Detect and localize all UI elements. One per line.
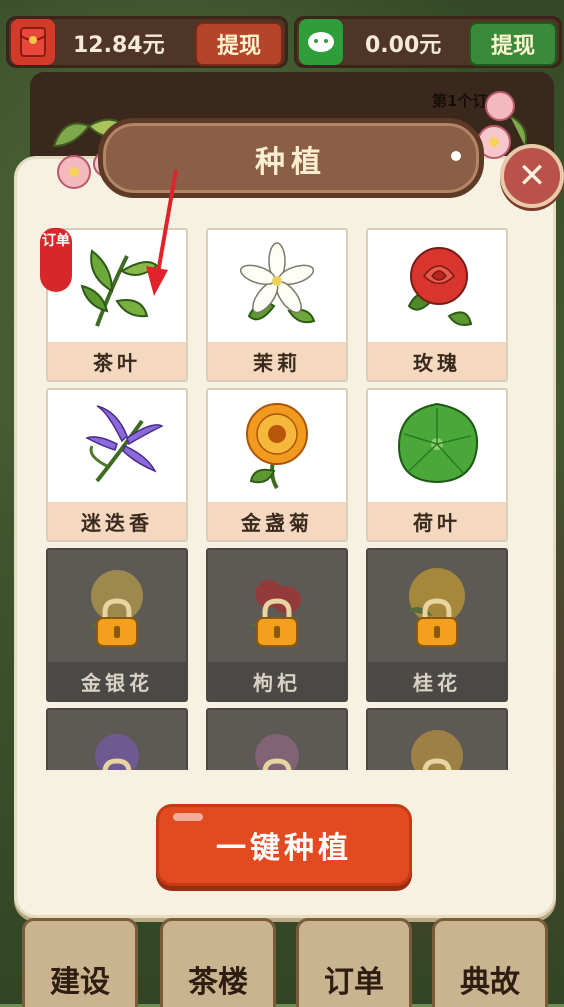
plant-card-jasmine[interactable]: 茉莉 bbox=[206, 228, 348, 382]
plant-grid: 茶叶 茉莉 玫瑰 迷迭香 金盏菊 荷叶 金银花 枸杞 桂花 bbox=[46, 228, 508, 770]
close-icon: ✕ bbox=[517, 156, 547, 196]
rose-flower-icon bbox=[368, 230, 506, 338]
nav-item-orders[interactable]: 订单 bbox=[296, 918, 412, 1007]
top-bar: 12.84元 提现 0.00元 提现 bbox=[0, 12, 564, 68]
plant-card-rose[interactable]: 玫瑰 bbox=[366, 228, 508, 382]
nav-label: 茶楼 bbox=[188, 965, 248, 1000]
nav-item-stories[interactable]: 典故 bbox=[432, 918, 548, 1007]
plant-name: 迷迭香 bbox=[48, 502, 186, 540]
cash-balance-value: 12.84元 bbox=[73, 33, 165, 58]
padlock-icon bbox=[416, 598, 458, 647]
close-button[interactable]: ✕ bbox=[500, 144, 564, 208]
plant-name: 桂花 bbox=[368, 662, 506, 700]
plant-name: 金银花 bbox=[48, 662, 186, 700]
plant-name: 玫瑰 bbox=[368, 342, 506, 380]
wechat-balance-box: 0.00元 提现 bbox=[294, 16, 562, 68]
padlock-icon bbox=[96, 598, 138, 647]
plant-card-locked[interactable] bbox=[206, 708, 348, 770]
nav-item-teahouse[interactable]: 茶楼 bbox=[160, 918, 276, 1007]
padlock-icon bbox=[256, 598, 298, 647]
plant-card-locked[interactable] bbox=[366, 708, 508, 770]
plant-name: 枸杞 bbox=[208, 662, 346, 700]
cash-balance-box: 12.84元 提现 bbox=[6, 16, 288, 68]
plant-name: 茶叶 bbox=[48, 342, 186, 380]
title-dot-icon bbox=[451, 151, 461, 161]
plant-name: 茉莉 bbox=[208, 342, 346, 380]
wechat-icon bbox=[299, 19, 343, 65]
wechat-withdraw-button[interactable]: 提现 bbox=[469, 22, 557, 66]
guide-arrow-icon bbox=[146, 169, 178, 296]
plant-name: 荷叶 bbox=[368, 502, 506, 540]
plant-card-honeysuckle-locked[interactable]: 金银花 bbox=[46, 548, 188, 702]
plant-card-locked[interactable] bbox=[46, 708, 188, 770]
padlock-icon bbox=[262, 758, 292, 770]
calendula-flower-icon bbox=[208, 390, 346, 498]
plant-card-osmanthus-locked[interactable]: 桂花 bbox=[366, 548, 508, 702]
nav-label: 典故 bbox=[460, 965, 520, 1000]
plant-card-goji-locked[interactable]: 枸杞 bbox=[206, 548, 348, 702]
cash-withdraw-button[interactable]: 提现 bbox=[195, 22, 283, 66]
plant-card-lotus-leaf[interactable]: 荷叶 bbox=[366, 388, 508, 542]
bottom-nav: 建设 茶楼 订单 典故 bbox=[0, 912, 564, 1007]
button-gloss bbox=[173, 813, 203, 821]
rosemary-flower-icon bbox=[48, 390, 186, 498]
wechat-balance-value: 0.00元 bbox=[365, 33, 442, 58]
red-envelope-icon bbox=[11, 19, 55, 65]
plant-name: 金盏菊 bbox=[208, 502, 346, 540]
padlock-icon bbox=[422, 758, 452, 770]
padlock-icon bbox=[102, 758, 132, 770]
nav-label: 建设 bbox=[50, 965, 110, 1000]
plant-card-calendula[interactable]: 金盏菊 bbox=[206, 388, 348, 542]
lotus-leaf-icon bbox=[368, 390, 506, 498]
nav-item-build[interactable]: 建设 bbox=[22, 918, 138, 1007]
one-click-plant-label: 一键种植 bbox=[216, 831, 352, 866]
order-badge: 订单 bbox=[40, 228, 72, 292]
jasmine-flower-icon bbox=[208, 230, 346, 338]
nav-label: 订单 bbox=[324, 965, 384, 1000]
plant-card-rosemary[interactable]: 迷迭香 bbox=[46, 388, 188, 542]
one-click-plant-button[interactable]: 一键种植 bbox=[156, 804, 412, 886]
